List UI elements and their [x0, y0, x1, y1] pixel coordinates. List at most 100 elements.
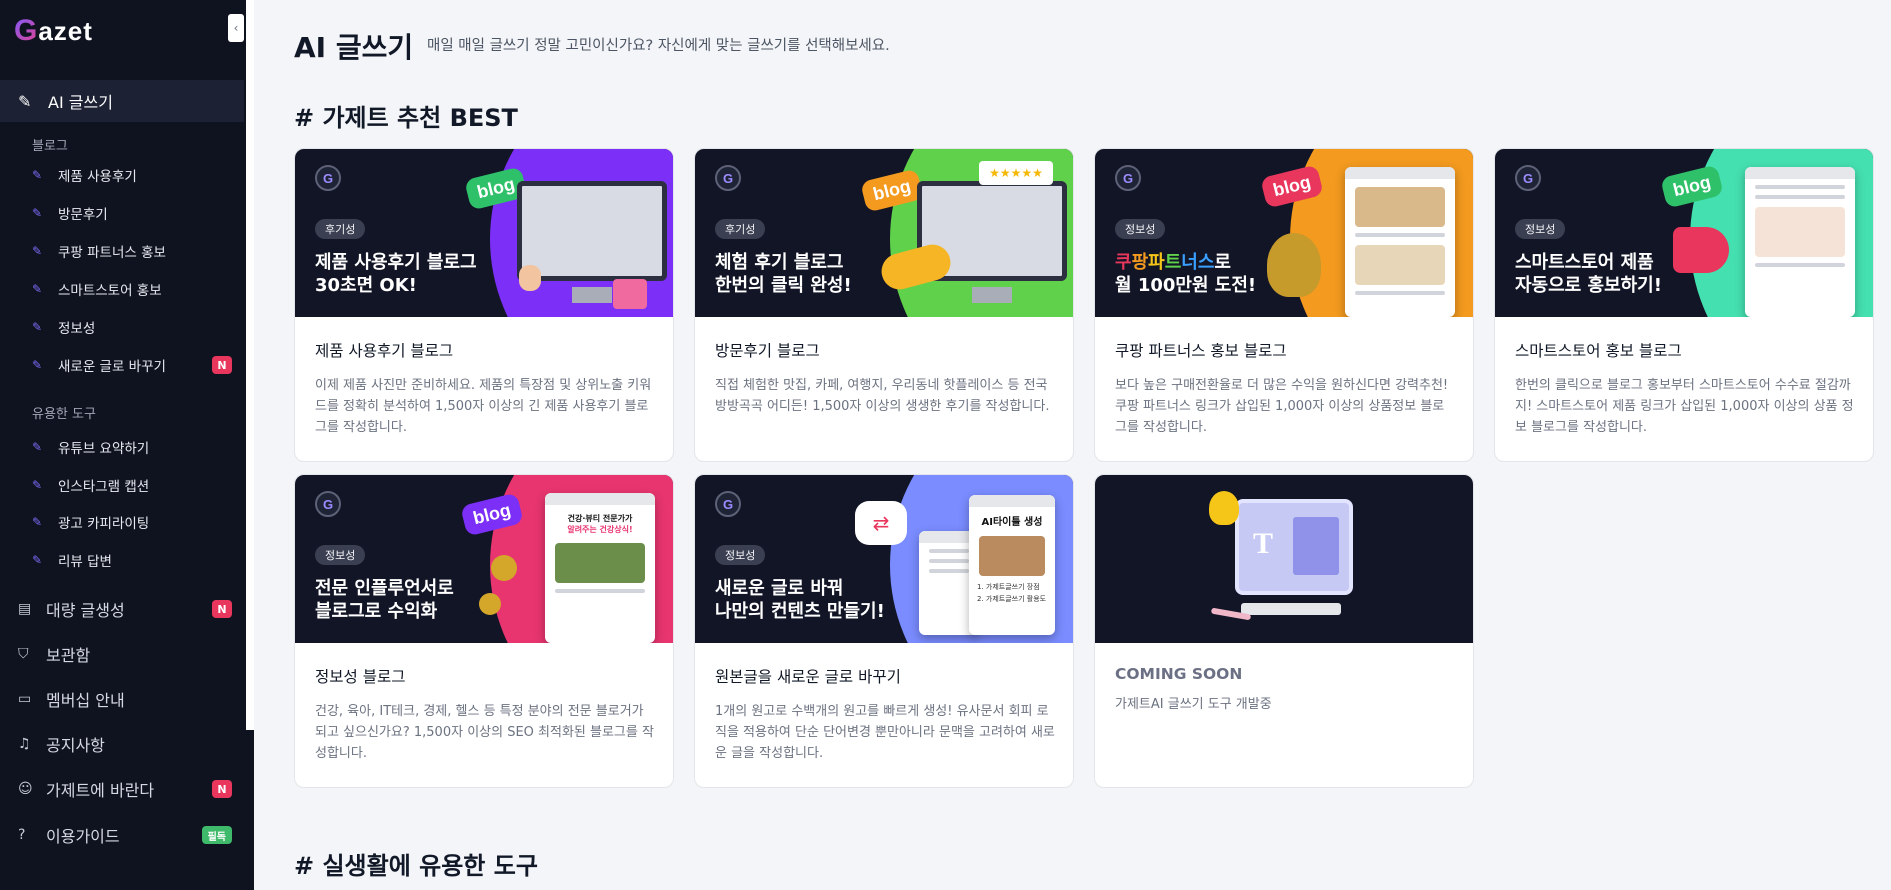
logo-text: azet	[38, 16, 93, 46]
edit-note-icon: ✎	[32, 515, 43, 529]
card-banner: G 정보성 전문 인플루언서로 블로그로 수익화 blog 건강·뷰티 전문가가 …	[295, 475, 673, 643]
edit-note-icon: ✎	[32, 358, 43, 372]
headline-line-1: 체험 후기 블로그	[715, 252, 844, 273]
mock-bar	[1745, 167, 1855, 179]
sidebar-item-label: 방문후기	[58, 207, 108, 223]
monitor-illustration: T	[1235, 499, 1353, 595]
collapse-sidebar-button[interactable]: ‹	[228, 14, 244, 42]
sidebar-item-ai-writing[interactable]: ✎ AI 글쓰기	[0, 80, 244, 122]
card-banner: G 후기성 제품 사용후기 블로그 30초면 OK! blog	[295, 149, 673, 317]
swap-arrows-icon: ⇄	[855, 501, 907, 545]
card-description: 보다 높은 구매전환율로 더 많은 수익을 원하신다면 강력추천! 쿠팡 파트너…	[1115, 378, 1449, 435]
sidebar-item-instagram-caption[interactable]: ✎ 인스타그램 캡션	[32, 473, 232, 497]
card-title: 스마트스토어 홍보 블로그	[1515, 342, 1682, 360]
mock-bar	[969, 495, 1055, 507]
card-title: 원본글을 새로운 글로 바꾸기	[715, 668, 901, 686]
page-subtitle: 매일 매일 글쓰기 정말 고민이신가요? 자신에게 맞는 글쓰기를 선택해보세요…	[427, 38, 890, 54]
sidebar-item-ad-copy[interactable]: ✎ 광고 카피라이팅	[32, 510, 232, 534]
sidebar-item-info[interactable]: ✎ 정보성	[32, 315, 232, 339]
feedback-icon: ☺	[18, 781, 33, 797]
gazet-g-icon: G	[1115, 165, 1141, 191]
card-title: 제품 사용후기 블로그	[315, 342, 454, 360]
headline-line-2: 30초면 OK!	[315, 275, 417, 297]
card-visit-review[interactable]: G 후기성 체험 후기 블로그 한번의 클릭 완성! blog ★★★★★ 방문후…	[694, 148, 1074, 462]
headline-line-2: 블로그로 수익화	[315, 601, 438, 623]
sidebar-item-guide[interactable]: ? 이용가이드 필독	[18, 822, 232, 848]
sidebar-item-label: 제품 사용후기	[58, 169, 137, 185]
logo-initial: G	[14, 14, 39, 47]
card-coming-soon: T COMING SOON 가제트AI 글쓰기 도구 개발중	[1094, 474, 1474, 788]
sidebar-item-label: 쿠팡 파트너스 홍보	[58, 245, 166, 261]
document-icon	[1293, 517, 1339, 575]
sidebar-item-label: 보관함	[46, 646, 91, 665]
category-tag: 후기성	[315, 219, 366, 239]
card-title: 방문후기 블로그	[715, 342, 820, 360]
sidebar-item-label: 멤버십 안내	[46, 691, 125, 710]
sidebar-item-label: 이용가이드	[46, 827, 120, 846]
card-title: 쿠팡 파트너스 홍보 블로그	[1115, 342, 1287, 360]
card-banner: G 정보성 스마트스토어 제품 자동으로 홍보하기! blog	[1495, 149, 1873, 317]
phone-mockup: 건강·뷰티 전문가가 알려주는 건강상식!	[545, 493, 655, 643]
sidebar-item-youtube-summary[interactable]: ✎ 유튜브 요약하기	[32, 435, 232, 459]
coin-icon	[479, 593, 501, 615]
section-label-blog: 블로그	[32, 139, 68, 154]
card-banner: G 정보성 쿠팡파트너스로 월 100만원 도전! blog	[1095, 149, 1473, 317]
lightbulb-icon	[1209, 491, 1239, 525]
sidebar-item-notice[interactable]: ♫ 공지사항	[18, 731, 232, 757]
mock-subtitle: 알려주는 건강상식!	[567, 525, 633, 534]
edit-note-icon: ✎	[32, 440, 43, 454]
card-banner: G 후기성 체험 후기 블로그 한번의 클릭 완성! blog ★★★★★	[695, 149, 1073, 317]
hand-icon	[519, 265, 541, 291]
sidebar-item-rewrite[interactable]: ✎ 새로운 글로 바꾸기 N	[32, 353, 232, 377]
edit-note-icon: ✎	[32, 168, 43, 182]
mock-line	[555, 589, 645, 593]
archive-icon: ⛉	[18, 646, 29, 662]
monitor-stand	[572, 287, 612, 303]
card-info-blog[interactable]: G 정보성 전문 인플루언서로 블로그로 수익화 blog 건강·뷰티 전문가가 …	[294, 474, 674, 788]
coupang-char: 쿠	[1115, 252, 1132, 273]
coupang-char: 팡	[1131, 252, 1149, 273]
edit-note-icon: ✎	[32, 282, 43, 296]
banner-headline: 새로운 글로 바꿔 나만의 컨텐츠 만들기!	[715, 577, 925, 624]
sidebar-item-storage[interactable]: ⛉ 보관함	[18, 641, 232, 667]
mock-image	[1355, 245, 1445, 285]
card-description: 가제트AI 글쓰기 도구 개발중	[1115, 697, 1272, 712]
sidebar-item-coupang[interactable]: ✎ 쿠팡 파트너스 홍보	[32, 239, 232, 263]
coupang-char: 스	[1197, 252, 1215, 273]
card-banner: T	[1095, 475, 1473, 643]
sidebar-scrollbar[interactable]	[246, 0, 254, 730]
sidebar-item-product-review[interactable]: ✎ 제품 사용후기	[32, 163, 232, 187]
card-product-review[interactable]: G 후기성 제품 사용후기 블로그 30초면 OK! blog 제품 사용후기 블…	[294, 148, 674, 462]
mock-line	[929, 549, 969, 553]
mock-image	[1755, 207, 1845, 257]
card-rewrite[interactable]: G 정보성 새로운 글로 바꿔 나만의 컨텐츠 만들기! ⇄ AI타이틀 생성 1…	[694, 474, 1074, 788]
sidebar-item-feedback[interactable]: ☺ 가제트에 바란다 N	[18, 776, 232, 802]
card-title: 정보성 블로그	[315, 668, 406, 686]
must-read-badge: 필독	[201, 826, 232, 844]
new-badge: N	[212, 780, 232, 798]
category-tag: 정보성	[1515, 219, 1566, 239]
coupang-char: 트	[1164, 252, 1182, 273]
gazet-logo[interactable]: Gazet	[14, 14, 93, 48]
card-smartstore[interactable]: G 정보성 스마트스토어 제품 자동으로 홍보하기! blog 스마트스토어 홍보…	[1494, 148, 1874, 462]
category-tag: 정보성	[715, 545, 766, 565]
card-description: 직접 체험한 맛집, 카페, 여행지, 우리동네 핫플레이스 등 전국 방방곡곡…	[715, 378, 1050, 414]
category-tag: 후기성	[715, 219, 766, 239]
sidebar-item-smartstore[interactable]: ✎ 스마트스토어 홍보	[32, 277, 232, 301]
mock-item: 1. 가제트글쓰기 장점	[977, 583, 1040, 591]
sidebar-item-label: 인스타그램 캡션	[58, 479, 150, 495]
edit-note-icon: ✎	[32, 244, 43, 258]
mock-image	[555, 543, 645, 583]
sidebar-item-label: 공지사항	[46, 736, 105, 755]
sidebar-item-bulk-generation[interactable]: ▤ 대량 글생성 N	[18, 596, 232, 622]
sidebar-item-membership[interactable]: ▭ 멤버십 안내	[18, 686, 232, 712]
sidebar-item-visit-review[interactable]: ✎ 방문후기	[32, 201, 232, 225]
edit-note-icon: ✎	[32, 478, 43, 492]
sidebar-item-review-reply[interactable]: ✎ 리뷰 답변	[32, 548, 232, 572]
card-coupang-partners[interactable]: G 정보성 쿠팡파트너스로 월 100만원 도전! blog 쿠팡 파트너스 홍보…	[1094, 148, 1474, 462]
monitor-letter: T	[1253, 527, 1274, 560]
gazet-g-icon: G	[715, 491, 741, 517]
new-badge: N	[212, 600, 232, 618]
gazet-g-icon: G	[715, 165, 741, 191]
mock-image	[1355, 187, 1445, 227]
